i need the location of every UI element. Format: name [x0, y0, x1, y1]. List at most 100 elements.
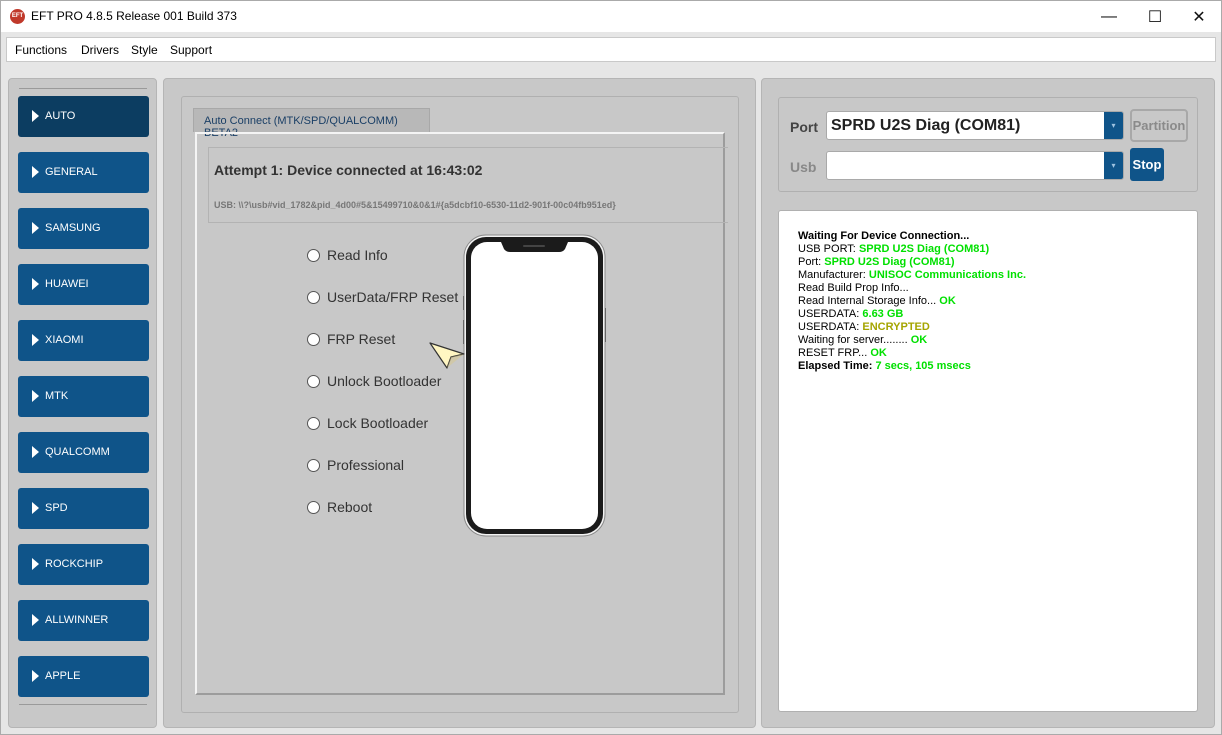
tab-auto-connect[interactable]: Auto Connect (MTK/SPD/QUALCOMM) BETA2	[193, 108, 430, 139]
log-label: Port:	[798, 256, 825, 268]
radio-circle[interactable]	[307, 416, 320, 430]
sidebar-item-spd[interactable]: SPD	[18, 488, 149, 529]
usb-label: Usb	[790, 159, 817, 175]
log-value: UNISOC Communications Inc.	[868, 269, 1026, 281]
caret-right-icon	[32, 166, 39, 178]
chevron-down-icon[interactable]: ▾	[1104, 152, 1123, 179]
log-value: 7 secs, 105 msecs	[875, 360, 971, 372]
log-value: 6.63 GB	[862, 308, 904, 320]
log-value: OK	[910, 334, 928, 346]
sidebar-item-apple[interactable]: APPLE	[18, 656, 149, 697]
radio-label: FRP Reset	[327, 331, 396, 347]
window-title: EFT PRO 4.8.5 Release 001 Build 373	[31, 9, 237, 23]
close-button[interactable]: ✕	[1176, 1, 1222, 32]
radio-professional[interactable]: Professional	[307, 457, 404, 473]
sidebar-item-auto[interactable]: AUTO	[18, 96, 149, 137]
radio-reboot[interactable]: Reboot	[307, 499, 372, 515]
menu-drivers[interactable]: Drivers	[81, 43, 119, 57]
caret-right-icon	[32, 278, 39, 290]
chevron-down-icon[interactable]: ▾	[1104, 112, 1123, 139]
log-label: Read Build Prop Info...	[798, 282, 909, 294]
menu-support[interactable]: Support	[170, 43, 212, 57]
log-label: Read Internal Storage Info...	[798, 295, 940, 307]
port-select[interactable]: SPRD U2S Diag (COM81) ▾	[826, 111, 1124, 140]
caret-right-icon	[32, 558, 39, 570]
sidebar-item-allwinner[interactable]: ALLWINNER	[18, 600, 149, 641]
sidebar-item-samsung[interactable]: SAMSUNG	[18, 208, 149, 249]
sidebar-item-label: SPD	[45, 502, 68, 514]
app-window: EFT EFT PRO 4.8.5 Release 001 Build 373 …	[0, 0, 1222, 735]
title-bar: EFT EFT PRO 4.8.5 Release 001 Build 373 …	[1, 1, 1221, 32]
sidebar-item-label: SAMSUNG	[45, 222, 101, 234]
radio-circle[interactable]	[307, 374, 320, 388]
radio-lock-bootloader[interactable]: Lock Bootloader	[307, 415, 428, 431]
log-label: USB PORT:	[798, 243, 859, 255]
log-line: Port: SPRD U2S Diag (COM81)	[798, 256, 1026, 269]
sidebar-item-label: AUTO	[45, 110, 76, 122]
port-settings: Port SPRD U2S Diag (COM81) ▾ Partition U…	[778, 97, 1198, 192]
radio-circle[interactable]	[307, 332, 320, 346]
caret-right-icon	[32, 446, 39, 458]
radio-frp-reset[interactable]: FRP Reset	[307, 331, 395, 347]
minimize-button[interactable]: —	[1086, 1, 1132, 32]
radio-label: Reboot	[327, 499, 373, 515]
caret-right-icon	[32, 110, 39, 122]
maximize-button[interactable]: ☐	[1132, 1, 1178, 32]
sidebar-item-label: QUALCOMM	[45, 446, 110, 458]
log-line: Elapsed Time: 7 secs, 105 msecs	[798, 360, 1026, 373]
connection-status: Attempt 1: Device connected at 16:43:02 …	[208, 147, 728, 223]
radio-circle[interactable]	[307, 290, 320, 304]
operations-panel: Auto Connect (MTK/SPD/QUALCOMM) BETA2 At…	[163, 78, 756, 728]
stop-button[interactable]: Stop	[1130, 148, 1164, 181]
sidebar-item-xiaomi[interactable]: XIAOMI	[18, 320, 149, 361]
radio-label: Professional	[327, 457, 405, 473]
sidebar-item-rockchip[interactable]: ROCKCHIP	[18, 544, 149, 585]
brand-sidebar: AUTO GENERAL SAMSUNG HUAWEI XIAOMI MTK QUALCOM…	[8, 78, 157, 728]
sidebar-item-mtk[interactable]: MTK	[18, 376, 149, 417]
log-value: SPRD U2S Diag (COM81)	[824, 256, 955, 268]
radio-circle[interactable]	[307, 500, 320, 514]
partition-button[interactable]: Partition	[1130, 109, 1188, 142]
menu-bar: Functions Drivers Style Support	[6, 37, 1216, 62]
caret-right-icon	[32, 502, 39, 514]
log-label: Manufacturer:	[798, 269, 869, 281]
caret-right-icon	[32, 222, 39, 234]
radio-label: Unlock Bootloader	[327, 373, 442, 389]
sidebar-item-huawei[interactable]: HUAWEI	[18, 264, 149, 305]
menu-functions[interactable]: Functions	[15, 43, 67, 57]
radio-userdata-frp-reset[interactable]: UserData/FRP Reset	[307, 289, 458, 305]
port-label: Port	[790, 119, 818, 135]
sidebar-item-general[interactable]: GENERAL	[18, 152, 149, 193]
log-label: USERDATA:	[798, 308, 863, 320]
caret-right-icon	[32, 614, 39, 626]
usb-select[interactable]: ▾	[826, 151, 1124, 180]
log-label: Waiting for server........	[798, 334, 911, 346]
sidebar-divider	[19, 88, 147, 89]
menu-style[interactable]: Style	[131, 43, 158, 57]
app-logo-icon: EFT	[10, 9, 25, 24]
sidebar-item-label: HUAWEI	[45, 278, 89, 290]
radio-unlock-bootloader[interactable]: Unlock Bootloader	[307, 373, 441, 389]
sidebar-item-label: XIAOMI	[45, 334, 84, 346]
radio-circle[interactable]	[307, 248, 320, 262]
sidebar-item-label: GENERAL	[45, 166, 98, 178]
log-line: USERDATA: 6.63 GB	[798, 308, 1026, 321]
operations-frame: Auto Connect (MTK/SPD/QUALCOMM) BETA2 At…	[181, 96, 739, 713]
radio-circle[interactable]	[307, 458, 320, 472]
log-value: OK	[939, 295, 956, 307]
radio-label: Lock Bootloader	[327, 415, 429, 431]
radio-read-info[interactable]: Read Info	[307, 247, 388, 263]
log-label: RESET FRP...	[798, 347, 871, 359]
radio-label: UserData/FRP Reset	[327, 289, 459, 305]
log-line: RESET FRP... OK	[798, 347, 1026, 360]
log-line: Read Build Prop Info...	[798, 282, 1026, 295]
log-line: Manufacturer: UNISOC Communications Inc.	[798, 269, 1026, 282]
caret-right-icon	[32, 390, 39, 402]
sidebar-item-label: ALLWINNER	[45, 614, 109, 626]
sidebar-item-label: MTK	[45, 390, 69, 402]
sidebar-divider	[19, 704, 147, 705]
log-line: USB PORT: SPRD U2S Diag (COM81)	[798, 243, 1026, 256]
log-label: Elapsed Time:	[798, 360, 876, 372]
mouse-pointer-icon	[429, 342, 465, 369]
sidebar-item-qualcomm[interactable]: QUALCOMM	[18, 432, 149, 473]
